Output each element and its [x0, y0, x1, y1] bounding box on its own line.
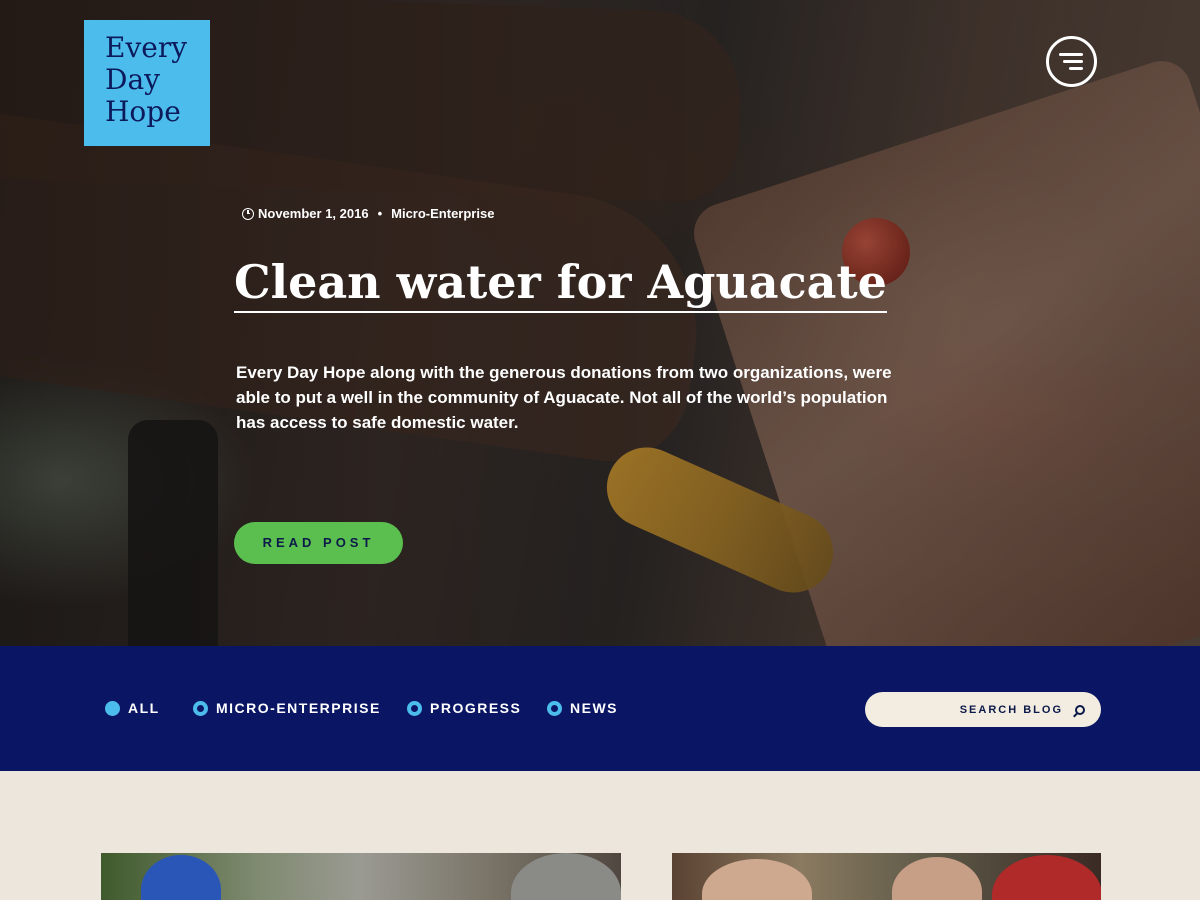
meta-separator: • [377, 206, 383, 221]
search-placeholder: SEARCH BLOG [959, 703, 1063, 716]
post-title-link[interactable]: Clean water for Aguacate [234, 253, 887, 313]
filter-all[interactable]: ALL [105, 700, 160, 716]
logo-line: Hope [105, 95, 181, 128]
search-blog-input[interactable]: SEARCH BLOG [865, 692, 1101, 727]
read-post-button[interactable]: READ POST [234, 522, 403, 564]
radio-selected-icon [105, 700, 120, 716]
radio-icon [407, 700, 422, 716]
category-filter-bar: ALL MICRO-ENTERPRISE PROGRESS NEWS SEARC… [0, 646, 1200, 771]
search-icon[interactable] [1075, 704, 1085, 715]
filter-micro-enterprise[interactable]: MICRO-ENTERPRISE [193, 700, 381, 716]
filter-label: PROGRESS [430, 700, 522, 716]
filter-news[interactable]: NEWS [547, 700, 618, 716]
post-date: November 1, 2016 [258, 206, 369, 221]
logo-line: Day [105, 63, 160, 96]
thumbnail-figure [992, 855, 1101, 900]
thumbnail-figure [511, 853, 621, 900]
hamburger-icon [1069, 67, 1083, 70]
thumbnail-figure [892, 857, 982, 900]
post-card-thumbnail[interactable] [101, 853, 621, 900]
filter-progress[interactable]: PROGRESS [407, 700, 521, 716]
hamburger-icon [1063, 60, 1083, 63]
post-card-thumbnail[interactable] [672, 853, 1101, 900]
post-meta: November 1, 2016 • Micro-Enterprise [242, 206, 494, 221]
thumbnail-figure [141, 855, 221, 900]
filter-label: NEWS [570, 700, 618, 716]
post-excerpt: Every Day Hope along with the generous d… [236, 363, 892, 432]
hamburger-icon [1059, 53, 1083, 56]
logo-line: Every [105, 31, 188, 64]
radio-icon [193, 700, 208, 716]
clock-icon [242, 207, 254, 220]
thumbnail-figure [702, 859, 812, 900]
post-category[interactable]: Micro-Enterprise [391, 206, 494, 221]
filter-label: ALL [128, 700, 160, 716]
filter-label: MICRO-ENTERPRISE [216, 700, 381, 716]
site-logo[interactable]: Every Day Hope [84, 20, 210, 146]
menu-button[interactable] [1046, 36, 1097, 87]
radio-icon [547, 700, 562, 716]
